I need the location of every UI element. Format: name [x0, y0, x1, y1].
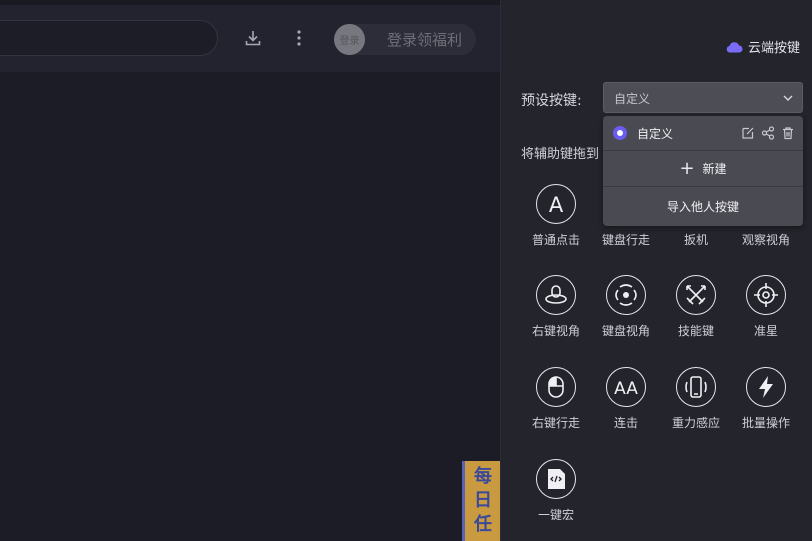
new-preset-button[interactable]: + 新建 [603, 151, 803, 186]
import-keys-label: 导入他人按键 [666, 200, 739, 214]
code-file-icon [536, 459, 576, 499]
cloud-keys-label: 云端按键 [747, 41, 800, 56]
tool-label: 观察视角 [741, 233, 790, 247]
tool-label: 技能键 [677, 324, 714, 338]
daily-task-badge[interactable]: 每 日 任 [462, 461, 500, 541]
preset-select-value: 自定义 [614, 92, 651, 106]
tool-item[interactable]: A 普通点击 [521, 184, 591, 248]
tool-label: 准星 [753, 324, 778, 338]
tool-label: 键盘视角 [601, 324, 650, 338]
trash-icon[interactable] [781, 126, 795, 140]
preset-select[interactable]: 自定义 [603, 82, 803, 113]
cloud-keys-button[interactable]: 云端按键 [725, 37, 800, 56]
tool-item[interactable]: 右键行走 [521, 367, 591, 431]
preset-option-label: 自定义 [637, 127, 674, 141]
mouse-icon [536, 367, 576, 407]
import-keys-button[interactable]: 导入他人按键 [603, 187, 803, 226]
tool-label: 批量操作 [741, 416, 790, 430]
svg-text:A: A [549, 193, 564, 217]
preset-label: 预设按键: [521, 93, 582, 109]
promo-char: 每 [474, 466, 492, 487]
top-bar-rule [0, 0, 500, 5]
tool-label: 普通点击 [531, 233, 580, 247]
main-content-area [0, 72, 500, 541]
tool-label: 扳机 [683, 233, 708, 247]
tool-label: 右键行走 [531, 416, 580, 430]
plus-icon: + [679, 158, 695, 179]
more-menu-icon[interactable] [290, 29, 308, 47]
new-preset-label: 新建 [702, 162, 727, 176]
crossed-swords-icon [676, 275, 716, 315]
tool-label: 一键宏 [537, 508, 574, 522]
login-button[interactable]: 登录 登录领福利 [334, 24, 476, 55]
share-icon[interactable] [761, 126, 775, 140]
tool-item[interactable]: AA 连击 [591, 367, 661, 431]
lightning-icon [746, 367, 786, 407]
selected-radio-icon [613, 126, 627, 140]
tool-item[interactable]: 准星 [731, 275, 801, 339]
tool-item[interactable]: 重力感应 [661, 367, 731, 431]
preset-dropdown: 自定义 + 新建 导入他人按键 [603, 116, 803, 226]
download-icon[interactable] [244, 29, 262, 47]
letter-a-icon: A [536, 184, 576, 224]
phone-gravity-icon [676, 367, 716, 407]
right-click-view-icon [536, 275, 576, 315]
cloud-icon [726, 41, 743, 52]
chevron-down-icon [783, 95, 793, 101]
tool-label: 连击 [613, 416, 638, 430]
avatar: 登录 [334, 24, 365, 55]
tool-label: 键盘行走 [601, 233, 650, 247]
tool-label: 重力感应 [671, 416, 720, 430]
tool-item[interactable]: 批量操作 [731, 367, 801, 431]
svg-text:AA: AA [614, 379, 638, 399]
top-bar: 登录 登录领福利 [0, 0, 500, 72]
tool-item[interactable]: 右键视角 [521, 275, 591, 339]
search-input[interactable] [0, 20, 218, 56]
edit-icon[interactable] [741, 126, 755, 140]
tool-item[interactable]: 一键宏 [521, 459, 591, 523]
tool-item[interactable]: 技能键 [661, 275, 731, 339]
promo-char: 日 [474, 490, 492, 511]
tool-item[interactable]: 键盘视角 [591, 275, 661, 339]
tool-label: 右键视角 [531, 324, 580, 338]
drag-hint-text: 将辅助键拖到 [521, 147, 600, 162]
keyboard-view-icon [606, 275, 646, 315]
crosshair-icon [746, 275, 786, 315]
promo-char: 任 [474, 514, 492, 535]
double-a-icon: AA [606, 367, 646, 407]
login-label: 登录领福利 [387, 31, 463, 49]
key-mapping-panel: 云端按键 预设按键: 自定义 将辅助键拖到 A 普通点击 键盘行走 扳机 观察视角右键视… [501, 0, 812, 541]
preset-option-custom[interactable]: 自定义 [603, 116, 803, 150]
